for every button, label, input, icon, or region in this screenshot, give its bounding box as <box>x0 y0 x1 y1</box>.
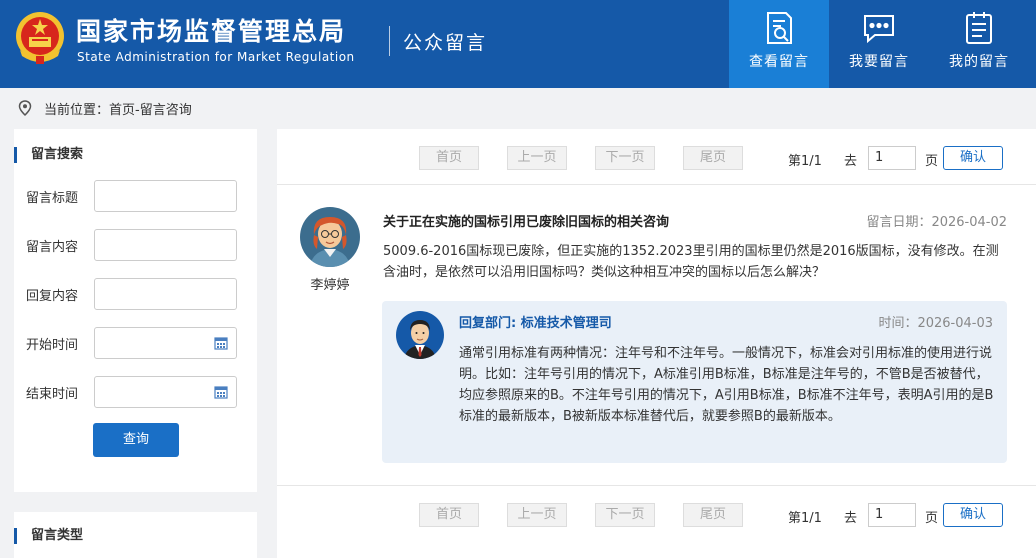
search-button[interactable]: 查询 <box>93 423 179 457</box>
end-date-label: 结束时间 <box>26 387 79 402</box>
message-body: 5009.6-2016国标现已废除，但正实施的1352.2023里引用的国标里仍… <box>383 244 999 280</box>
reply-field[interactable] <box>94 278 237 310</box>
divider <box>277 485 1036 486</box>
nav-leave-message[interactable]: 我要留言 <box>829 0 929 88</box>
content-field[interactable] <box>94 229 237 261</box>
prev-page-button[interactable]: 上一页 <box>507 146 567 170</box>
reply-box: 回复部门: 标准技术管理司 时间：2026-04-03 通常引用标准有两种情况：… <box>382 301 1007 463</box>
first-page-button[interactable]: 首页 <box>419 503 479 527</box>
search-document-icon <box>767 12 792 44</box>
nav-my-messages-label: 我的留言 <box>949 54 1009 70</box>
page-number-input[interactable]: 1 <box>868 503 916 527</box>
page-number-input[interactable]: 1 <box>868 146 916 170</box>
reply-date: 时间：2026-04-03 <box>878 316 993 331</box>
header-divider <box>389 26 390 56</box>
nav-view-messages[interactable]: 查看留言 <box>729 0 829 88</box>
pager-top: 首页 上一页 下一页 尾页 第1/1 去 1 页 确认 <box>277 146 1036 186</box>
title-field-label: 留言标题 <box>26 191 79 206</box>
go-label: 去 <box>844 154 858 169</box>
reply-avatar <box>396 311 444 359</box>
search-panel: 留言搜索 留言标题 留言内容 回复内容 开始时间 结束时间 查询 <box>14 129 257 492</box>
search-panel-title: 留言搜索 <box>14 147 83 163</box>
official-avatar-icon <box>396 311 444 359</box>
message-list-panel: 首页 上一页 下一页 尾页 第1/1 去 1 页 确认 李婷婷 关于正在实施的国… <box>277 129 1036 558</box>
section-title: 公众留言 <box>403 32 488 54</box>
title-field[interactable] <box>94 180 237 212</box>
chat-bubble-icon <box>864 15 894 44</box>
message-date: 留言日期：2026-04-02 <box>866 215 1007 230</box>
start-date-field[interactable] <box>94 327 237 359</box>
reply-field-label: 回复内容 <box>26 289 79 304</box>
confirm-page-button[interactable]: 确认 <box>943 146 1003 170</box>
nav-view-messages-label: 查看留言 <box>749 54 809 70</box>
start-date-label: 开始时间 <box>26 338 79 353</box>
prev-page-button[interactable]: 上一页 <box>507 503 567 527</box>
user-avatar-icon <box>300 207 360 267</box>
author-name: 李婷婷 <box>310 278 350 293</box>
site-header: 国家市场监督管理总局 State Administration for Mark… <box>0 0 1036 88</box>
confirm-page-button[interactable]: 确认 <box>943 503 1003 527</box>
page-info: 第1/1 <box>788 154 822 169</box>
page-unit: 页 <box>925 154 939 169</box>
national-emblem-icon <box>16 12 64 64</box>
breadcrumb: 当前位置：首页-留言咨询 <box>18 99 192 118</box>
page-info: 第1/1 <box>788 511 822 526</box>
calendar-icon[interactable] <box>214 385 228 399</box>
reply-department: 回复部门: 标准技术管理司 <box>459 316 612 331</box>
page-unit: 页 <box>925 511 939 526</box>
content-field-label: 留言内容 <box>26 240 79 255</box>
pager-bottom: 首页 上一页 下一页 尾页 第1/1 去 1 页 确认 <box>277 503 1036 543</box>
site-title-english: State Administration for Market Regulati… <box>77 50 355 64</box>
breadcrumb-text: 当前位置：首页-留言咨询 <box>44 102 192 118</box>
next-page-button[interactable]: 下一页 <box>595 146 655 170</box>
message-type-panel: 留言类型 <box>14 512 257 558</box>
first-page-button[interactable]: 首页 <box>419 146 479 170</box>
divider <box>277 184 1036 185</box>
list-document-icon <box>966 12 992 44</box>
reply-body: 通常引用标准有两种情况：注年号和不注年号。一般情况下，标准会对引用标准的使用进行… <box>459 346 994 424</box>
nav-leave-message-label: 我要留言 <box>849 54 909 70</box>
message-type-title: 留言类型 <box>14 528 83 544</box>
location-pin-icon <box>18 100 32 116</box>
end-date-field[interactable] <box>94 376 237 408</box>
last-page-button[interactable]: 尾页 <box>683 503 743 527</box>
nav-my-messages[interactable]: 我的留言 <box>929 0 1029 88</box>
last-page-button[interactable]: 尾页 <box>683 146 743 170</box>
message-title[interactable]: 关于正在实施的国标引用已废除旧国标的相关咨询 <box>383 211 669 230</box>
avatar <box>300 207 360 267</box>
site-title: 国家市场监督管理总局 <box>76 17 347 46</box>
next-page-button[interactable]: 下一页 <box>595 503 655 527</box>
calendar-icon[interactable] <box>214 336 228 350</box>
go-label: 去 <box>844 511 858 526</box>
